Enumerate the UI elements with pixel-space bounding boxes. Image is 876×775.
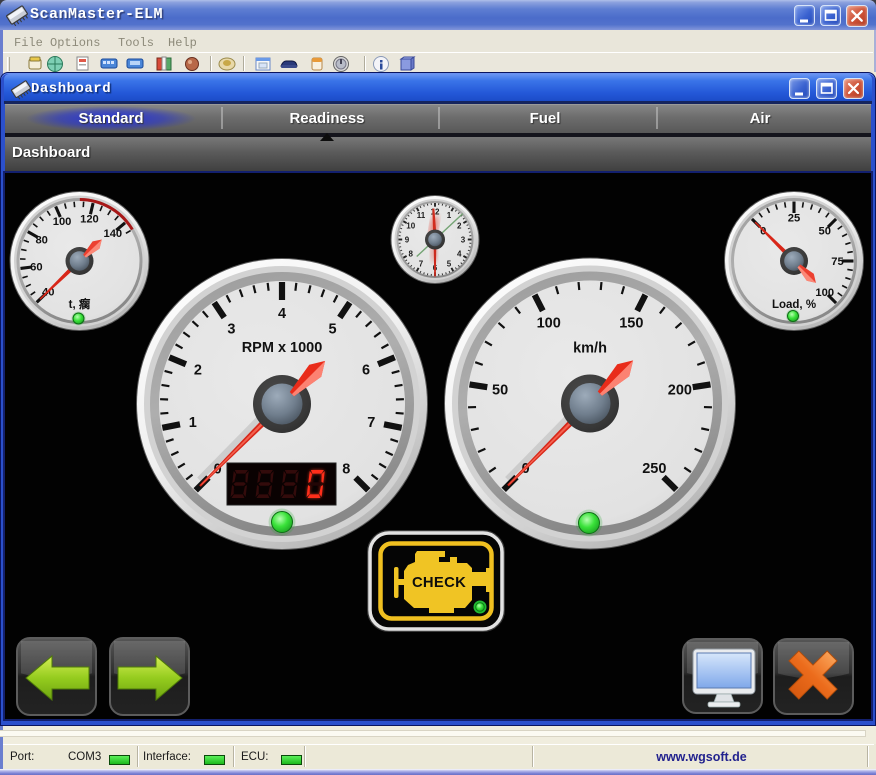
svg-text:50: 50 (492, 382, 508, 398)
svg-text:11: 11 (417, 211, 426, 220)
svg-text:100: 100 (815, 287, 834, 299)
svg-text:1: 1 (189, 415, 197, 431)
svg-text:10: 10 (406, 221, 415, 230)
svg-text:5: 5 (329, 322, 337, 338)
svg-text:12: 12 (431, 207, 440, 216)
svg-text:t, 瘸: t, 瘸 (69, 297, 91, 311)
svg-text:5: 5 (447, 260, 452, 269)
svg-text:140: 140 (103, 228, 122, 240)
svg-text:8: 8 (409, 249, 414, 258)
svg-text:80: 80 (35, 235, 47, 247)
svg-text:9: 9 (405, 235, 410, 244)
svg-text:2: 2 (194, 362, 202, 378)
svg-text:CHECK: CHECK (412, 575, 466, 591)
svg-text:75: 75 (831, 256, 843, 268)
svg-text:200: 200 (668, 382, 692, 398)
svg-text:25: 25 (788, 213, 800, 225)
svg-text:100: 100 (537, 316, 561, 332)
svg-text:120: 120 (80, 214, 99, 226)
svg-text:1: 1 (447, 211, 452, 220)
svg-text:60: 60 (30, 261, 42, 273)
svg-text:7: 7 (367, 415, 375, 431)
svg-text:150: 150 (619, 316, 643, 332)
svg-text:50: 50 (819, 225, 831, 237)
svg-text:2: 2 (457, 221, 462, 230)
svg-text:100: 100 (53, 216, 72, 228)
svg-text:4: 4 (457, 249, 462, 258)
svg-text:3: 3 (461, 235, 466, 244)
svg-text:RPM x 1000: RPM x 1000 (242, 340, 323, 356)
svg-text:6: 6 (362, 362, 370, 378)
svg-text:250: 250 (642, 461, 666, 477)
svg-text:km/h: km/h (573, 341, 607, 357)
svg-text:8: 8 (342, 462, 350, 478)
svg-text:4: 4 (278, 306, 286, 322)
svg-text:3: 3 (227, 322, 235, 338)
svg-text:7: 7 (419, 260, 424, 269)
